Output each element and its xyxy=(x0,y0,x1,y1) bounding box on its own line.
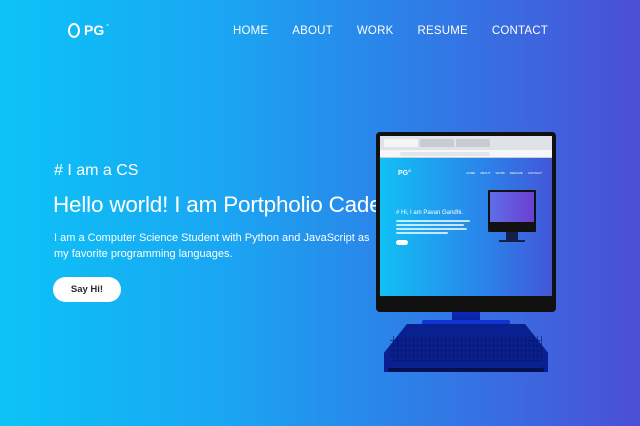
keyboard-keys xyxy=(390,336,542,362)
screen-text-lines xyxy=(396,220,470,236)
browser-tab xyxy=(420,139,454,147)
screen-nav-item: HOME xyxy=(466,171,476,175)
screen-nav-item: WORK xyxy=(495,171,505,175)
main-nav: HOME ABOUT WORK RESUME CONTACT xyxy=(233,25,548,37)
browser-tab xyxy=(456,139,490,147)
monitor: PG° HOME ABOUT WORK RESUME CONTACT # Hi,… xyxy=(376,132,556,312)
monitor-chin xyxy=(380,296,552,308)
keyboard-edge xyxy=(388,368,544,372)
nav-about[interactable]: ABOUT xyxy=(292,25,333,37)
screen-button xyxy=(396,240,408,245)
screen-logo: PG° xyxy=(398,170,411,177)
logo-text: PG xyxy=(84,22,105,38)
screen-nav-item: RESUME xyxy=(509,171,523,175)
logo-mark: ° xyxy=(106,23,110,31)
hero-lead: I am a Computer Science Student with Pyt… xyxy=(54,232,370,260)
browser-tab-bar xyxy=(380,136,552,150)
site-logo[interactable]: PG ° xyxy=(68,22,109,38)
hero-page: PG ° HOME ABOUT WORK RESUME CONTACT # I … xyxy=(0,0,640,426)
screen-nav-item: CONTACT xyxy=(527,171,542,175)
browser-tab xyxy=(384,139,418,147)
hero-headline: Hello world! I am Portpholio Caden xyxy=(53,192,394,217)
screen-nav: HOME ABOUT WORK RESUME CONTACT xyxy=(466,171,542,175)
browser-address-bar xyxy=(380,150,552,158)
screen-nav-item: ABOUT xyxy=(480,171,491,175)
nav-home[interactable]: HOME xyxy=(233,25,268,37)
nav-resume[interactable]: RESUME xyxy=(417,25,467,37)
nav-contact[interactable]: CONTACT xyxy=(492,25,548,37)
say-hi-button[interactable]: Say Hi! xyxy=(53,277,121,302)
hero-eyebrow: # I am a CS xyxy=(54,162,139,179)
screen-computer-icon xyxy=(488,190,536,242)
logo-ring-icon xyxy=(68,22,80,38)
nav-work[interactable]: WORK xyxy=(357,25,394,37)
monitor-screen: PG° HOME ABOUT WORK RESUME CONTACT # Hi,… xyxy=(380,136,552,296)
screen-title: # Hi, I am Pavan Gandhi. xyxy=(396,210,464,216)
